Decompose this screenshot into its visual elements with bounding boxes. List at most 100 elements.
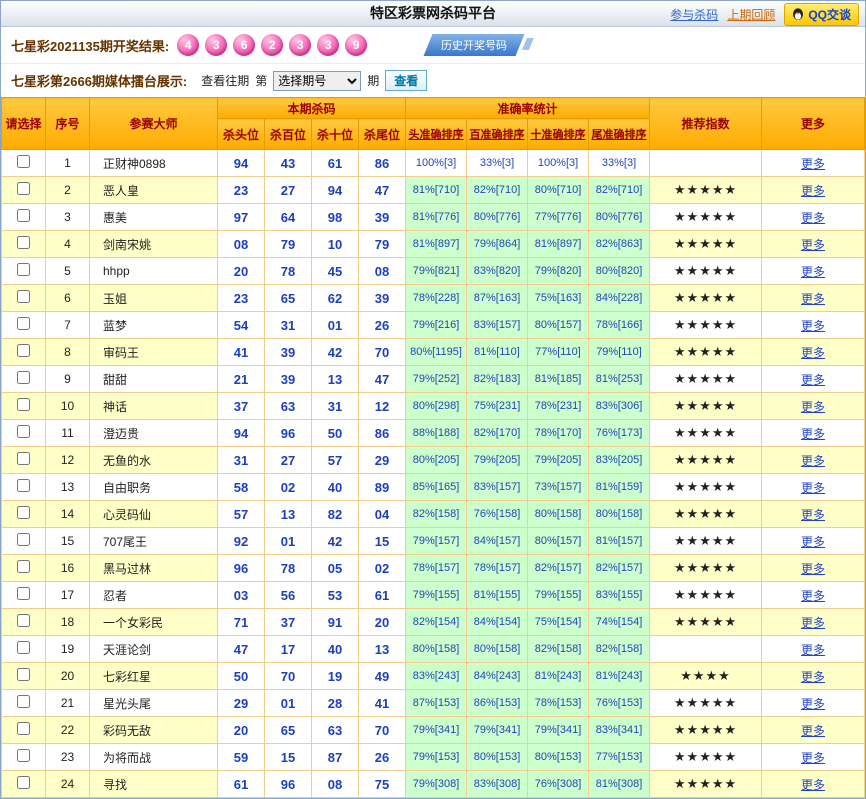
more-link[interactable]: 更多	[801, 670, 825, 684]
kill-tail-value: 47	[359, 366, 406, 393]
sort-accuracy-hundred[interactable]: 百准确排序	[467, 119, 528, 150]
kill-head-value: 47	[218, 636, 265, 663]
accuracy-head-value: 79%[341]	[406, 717, 467, 744]
view-past-label[interactable]: 查看往期	[201, 72, 249, 89]
row-checkbox[interactable]	[17, 452, 30, 465]
more-link[interactable]: 更多	[801, 778, 825, 792]
more-link[interactable]: 更多	[801, 589, 825, 603]
kill-hundred-value: 01	[265, 528, 312, 555]
row-checkbox[interactable]	[17, 695, 30, 708]
more-link[interactable]: 更多	[801, 184, 825, 198]
lottery-ball: 2	[261, 34, 283, 56]
join-kill-code-link[interactable]: 参与杀码	[670, 6, 718, 23]
more-link[interactable]: 更多	[801, 427, 825, 441]
more-link[interactable]: 更多	[801, 319, 825, 333]
row-checkbox[interactable]	[17, 182, 30, 195]
kill-ten-value: 45	[312, 258, 359, 285]
table-row: 22 彩码无敌 20 65 63 70 79%[341] 79%[341] 79…	[2, 717, 865, 744]
more-link[interactable]: 更多	[801, 481, 825, 495]
master-column-header: 参赛大师	[90, 98, 218, 150]
row-checkbox[interactable]	[17, 560, 30, 573]
table-row: 7 蓝梦 54 31 01 26 79%[216] 83%[157] 80%[1…	[2, 312, 865, 339]
more-link[interactable]: 更多	[801, 562, 825, 576]
more-link[interactable]: 更多	[801, 373, 825, 387]
previous-issue-review-link[interactable]: 上期回顾	[727, 6, 775, 23]
accuracy-head-value: 79%[153]	[406, 744, 467, 771]
kill-hundred-value: 43	[265, 150, 312, 177]
master-name: hhpp	[90, 258, 218, 285]
kill-tail-value: 39	[359, 204, 406, 231]
kill-hundred-value: 96	[265, 771, 312, 798]
row-checkbox[interactable]	[17, 533, 30, 546]
row-checkbox[interactable]	[17, 371, 30, 384]
row-checkbox[interactable]	[17, 317, 30, 330]
row-checkbox[interactable]	[17, 263, 30, 276]
star-rating: ★★★★★	[650, 285, 762, 312]
issue-select[interactable]: 选择期号	[273, 71, 361, 91]
accuracy-ten-value: 75%[163]	[528, 285, 589, 312]
more-link[interactable]: 更多	[801, 211, 825, 225]
row-checkbox[interactable]	[17, 290, 30, 303]
more-cell: 更多	[762, 312, 865, 339]
row-checkbox[interactable]	[17, 614, 30, 627]
more-cell: 更多	[762, 420, 865, 447]
more-link[interactable]: 更多	[801, 724, 825, 738]
row-select-cell	[2, 258, 46, 285]
row-checkbox[interactable]	[17, 668, 30, 681]
more-cell: 更多	[762, 447, 865, 474]
row-checkbox[interactable]	[17, 236, 30, 249]
row-index: 17	[46, 582, 90, 609]
row-checkbox[interactable]	[17, 155, 30, 168]
more-link[interactable]: 更多	[801, 508, 825, 522]
more-link[interactable]: 更多	[801, 643, 825, 657]
more-link[interactable]: 更多	[801, 292, 825, 306]
accuracy-ten-value: 81%[897]	[528, 231, 589, 258]
more-link[interactable]: 更多	[801, 265, 825, 279]
row-checkbox[interactable]	[17, 587, 30, 600]
master-name: 自由职务	[90, 474, 218, 501]
more-link[interactable]: 更多	[801, 157, 825, 171]
row-checkbox[interactable]	[17, 209, 30, 222]
accuracy-tail-value: 83%[205]	[589, 447, 650, 474]
more-link[interactable]: 更多	[801, 751, 825, 765]
row-checkbox[interactable]	[17, 425, 30, 438]
row-checkbox[interactable]	[17, 722, 30, 735]
sort-accuracy-ten[interactable]: 十准确排序	[528, 119, 589, 150]
more-link[interactable]: 更多	[801, 400, 825, 414]
star-rating: ★★★★★	[650, 447, 762, 474]
sort-accuracy-tail[interactable]: 尾准确排序	[589, 119, 650, 150]
history-numbers-button[interactable]: 历史开奖号码	[424, 34, 525, 56]
row-checkbox[interactable]	[17, 506, 30, 519]
row-index: 12	[46, 447, 90, 474]
sort-accuracy-head[interactable]: 头准确排序	[406, 119, 467, 150]
accuracy-ten-value: 76%[308]	[528, 771, 589, 798]
more-link[interactable]: 更多	[801, 697, 825, 711]
row-checkbox[interactable]	[17, 749, 30, 762]
kill-head-value: 94	[218, 150, 265, 177]
master-name: 天涯论剑	[90, 636, 218, 663]
qq-chat-button[interactable]: QQ交谈	[784, 3, 859, 26]
more-link[interactable]: 更多	[801, 346, 825, 360]
more-link[interactable]: 更多	[801, 616, 825, 630]
kill-ten-value: 42	[312, 339, 359, 366]
row-checkbox[interactable]	[17, 641, 30, 654]
row-index: 24	[46, 771, 90, 798]
view-button[interactable]: 查看	[385, 70, 427, 91]
accuracy-hundred-value: 83%[308]	[467, 771, 528, 798]
star-rating: ★★★★★	[650, 231, 762, 258]
accuracy-tail-value: 80%[820]	[589, 258, 650, 285]
title-bar: 特区彩票网杀码平台 参与杀码 上期回顾 QQ交谈	[1, 1, 865, 27]
row-checkbox[interactable]	[17, 776, 30, 789]
row-index: 15	[46, 528, 90, 555]
star-rating: ★★★★★	[650, 528, 762, 555]
accuracy-head-value: 78%[157]	[406, 555, 467, 582]
row-checkbox[interactable]	[17, 398, 30, 411]
more-link[interactable]: 更多	[801, 535, 825, 549]
row-checkbox[interactable]	[17, 479, 30, 492]
more-link[interactable]: 更多	[801, 454, 825, 468]
more-cell: 更多	[762, 204, 865, 231]
accuracy-ten-value: 82%[158]	[528, 636, 589, 663]
kill-tail-value: 12	[359, 393, 406, 420]
more-link[interactable]: 更多	[801, 238, 825, 252]
row-checkbox[interactable]	[17, 344, 30, 357]
